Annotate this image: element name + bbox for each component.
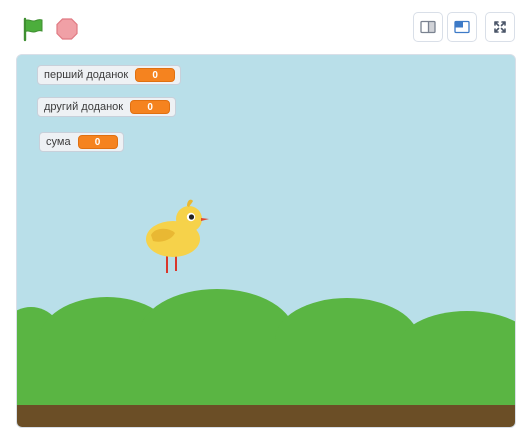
scratch-stage-panel: перший доданок 0 другий доданок 0 сума 0	[0, 0, 519, 430]
monitor-label: сума	[46, 136, 71, 148]
fullscreen-icon	[494, 21, 506, 33]
monitor-label: перший доданок	[44, 69, 129, 81]
variable-monitor-second-addend[interactable]: другий доданок 0	[37, 97, 177, 117]
monitor-value: 0	[130, 100, 171, 114]
stop-sign-icon[interactable]	[54, 16, 80, 42]
monitor-value: 0	[135, 68, 176, 82]
variable-monitor-sum[interactable]: сума 0	[39, 132, 124, 152]
small-stage-icon	[420, 20, 436, 34]
monitor-value: 0	[77, 135, 118, 149]
normal-stage-icon	[454, 20, 470, 34]
fullscreen-button[interactable]	[485, 12, 515, 42]
normal-stage-button[interactable]	[447, 12, 477, 42]
stage-toolbar	[0, 0, 519, 52]
monitor-label: другий доданок	[44, 101, 124, 113]
ground	[17, 405, 515, 427]
green-flag-icon[interactable]	[20, 16, 46, 42]
variable-monitor-first-addend[interactable]: перший доданок 0	[37, 65, 182, 85]
stage-canvas[interactable]: перший доданок 0 другий доданок 0 сума 0	[16, 54, 516, 428]
small-stage-button[interactable]	[413, 12, 443, 42]
